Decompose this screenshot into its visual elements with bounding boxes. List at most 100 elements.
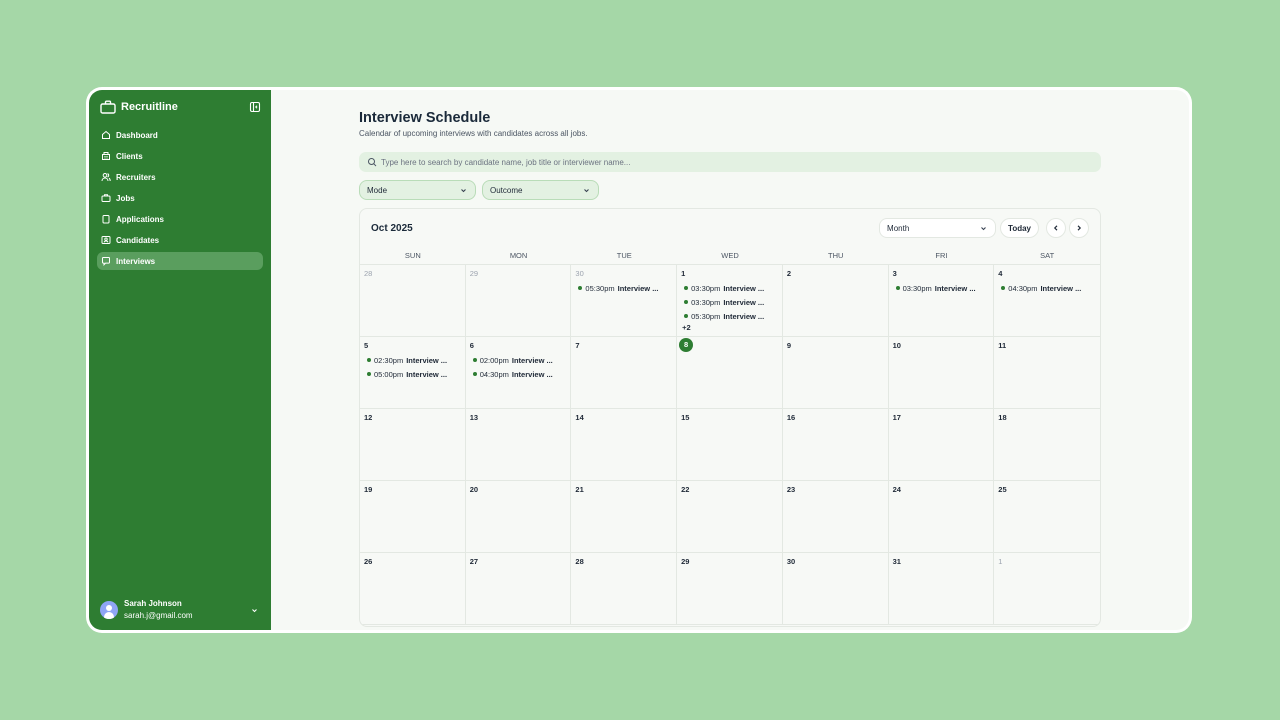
today-button[interactable]: Today bbox=[1000, 218, 1039, 238]
users-icon bbox=[101, 173, 111, 182]
sidebar-item-recruiters[interactable]: Recruiters bbox=[97, 168, 263, 186]
day-number: 8 bbox=[679, 338, 694, 352]
next-month-button[interactable] bbox=[1069, 218, 1089, 238]
calendar-day[interactable]: 30 05:30pm Interview ... bbox=[571, 265, 678, 337]
calendar-day[interactable]: 26 bbox=[360, 553, 466, 625]
calendar-day[interactable]: 24 bbox=[888, 481, 995, 553]
event-time: 02:00pm bbox=[479, 355, 509, 365]
day-number: 24 bbox=[892, 485, 901, 494]
calendar-day[interactable]: 15 bbox=[677, 409, 783, 481]
calendar-day[interactable]: 4 04:30pm Interview ... bbox=[994, 265, 1100, 337]
sidebar: Recruitline Dashboard Clients Recruiters bbox=[89, 90, 271, 630]
calendar-day[interactable]: 17 bbox=[888, 409, 995, 481]
calendar-day[interactable]: 3 03:30pm Interview ... bbox=[888, 265, 995, 337]
sidebar-item-dashboard[interactable]: Dashboard bbox=[97, 126, 263, 144]
calendar-day[interactable]: 27 bbox=[465, 553, 572, 625]
calendar-day[interactable]: 20 bbox=[465, 481, 572, 553]
event-dot bbox=[1001, 286, 1006, 290]
calendar-day[interactable]: 1 03:30pm Interview ... 03:30pm Interview ..… bbox=[677, 265, 783, 337]
calendar-grid: 28 29 30 05:30pm Interview ... 1 03:30pm Interv… bbox=[360, 265, 1100, 625]
calendar-day[interactable]: 12 bbox=[360, 409, 466, 481]
sidebar-item-applications[interactable]: Applications bbox=[97, 210, 263, 228]
calendar-day[interactable]: 29 bbox=[677, 553, 783, 625]
event-time: 05:30pm bbox=[691, 311, 721, 321]
calendar-day[interactable]: 22 bbox=[677, 481, 783, 553]
chevron-right-icon bbox=[1077, 225, 1082, 231]
calendar-day[interactable]: 9 bbox=[782, 337, 889, 409]
sidebar-item-label: Clients bbox=[116, 151, 143, 161]
calendar-event[interactable]: 03:30pm Interview ... bbox=[681, 295, 778, 309]
day-number: 29 bbox=[681, 557, 690, 566]
calendar-day[interactable]: 30 bbox=[782, 553, 889, 625]
calendar-event[interactable]: 05:30pm Interview ... bbox=[681, 309, 778, 323]
event-dot bbox=[578, 286, 583, 290]
calendar-day[interactable]: 10 bbox=[888, 337, 995, 409]
calendar-day[interactable]: 6 02:00pm Interview ... 04:30pm Interview ..… bbox=[465, 337, 572, 409]
day-number: 19 bbox=[364, 485, 373, 494]
calendar-day[interactable]: 11 bbox=[994, 337, 1100, 409]
calendar-event[interactable]: 02:30pm Interview ... bbox=[364, 353, 461, 367]
calendar-day[interactable]: 29 bbox=[465, 265, 572, 337]
mode-filter-select[interactable]: Mode bbox=[359, 180, 476, 200]
calendar-day[interactable]: 7 bbox=[571, 337, 678, 409]
more-events-link[interactable]: +2 bbox=[681, 323, 778, 332]
calendar-day[interactable]: 31 bbox=[888, 553, 995, 625]
chevron-down-icon bbox=[461, 188, 466, 192]
event-dot bbox=[472, 358, 477, 362]
calendar-event[interactable]: 04:30pm Interview ... bbox=[470, 367, 567, 381]
event-time: 04:30pm bbox=[479, 369, 509, 379]
sidebar-collapse-icon[interactable] bbox=[249, 101, 261, 113]
sidebar-item-label: Jobs bbox=[116, 193, 135, 203]
user-profile[interactable]: Sarah Johnson sarah.j@gmail.com bbox=[100, 598, 259, 622]
sidebar-item-label: Recruiters bbox=[116, 172, 156, 182]
calendar-day[interactable]: 21 bbox=[571, 481, 678, 553]
sidebar-item-jobs[interactable]: Jobs bbox=[97, 189, 263, 207]
calendar-event[interactable]: 02:00pm Interview ... bbox=[470, 353, 567, 367]
event-time: 03:30pm bbox=[902, 283, 932, 293]
calendar-day[interactable]: 25 bbox=[994, 481, 1100, 553]
filters: Mode Outcome bbox=[359, 180, 1101, 200]
outcome-filter-select[interactable]: Outcome bbox=[482, 180, 599, 200]
event-time: 05:30pm bbox=[585, 283, 615, 293]
day-number: 22 bbox=[681, 485, 690, 494]
calendar-day[interactable]: 1 bbox=[994, 553, 1100, 625]
calendar-event[interactable]: 05:00pm Interview ... bbox=[364, 367, 461, 381]
calendar-day[interactable]: 28 bbox=[360, 265, 466, 337]
event-title: Interview ... bbox=[723, 311, 765, 321]
calendar-day[interactable]: 14 bbox=[571, 409, 678, 481]
view-select[interactable]: Month bbox=[879, 218, 997, 238]
briefcase-logo-icon bbox=[100, 100, 116, 114]
calendar-event[interactable]: 05:30pm Interview ... bbox=[575, 281, 672, 295]
sidebar-item-interviews[interactable]: Interviews bbox=[97, 252, 263, 270]
page-title: Interview Schedule bbox=[359, 110, 491, 126]
day-number: 13 bbox=[469, 413, 479, 422]
brand: Recruitline bbox=[89, 91, 271, 123]
outcome-filter-label: Outcome bbox=[490, 185, 523, 195]
calendar-day[interactable]: 16 bbox=[782, 409, 889, 481]
weekday-label: TUE bbox=[616, 251, 632, 260]
sidebar-item-clients[interactable]: Clients bbox=[97, 147, 263, 165]
event-title: Interview ... bbox=[934, 283, 976, 293]
day-number: 21 bbox=[575, 485, 584, 494]
calendar-event[interactable]: 04:30pm Interview ... bbox=[998, 281, 1096, 295]
calendar-day[interactable]: 5 02:30pm Interview ... 05:00pm Interview ..… bbox=[360, 337, 466, 409]
calendar-month-label: Oct 2025 bbox=[371, 222, 413, 234]
sidebar-item-label: Candidates bbox=[116, 235, 160, 245]
chevron-down-icon[interactable] bbox=[250, 606, 259, 615]
calendar-day[interactable]: 13 bbox=[465, 409, 572, 481]
calendar-event[interactable]: 03:30pm Interview ... bbox=[681, 281, 778, 295]
calendar-day[interactable]: 23 bbox=[782, 481, 889, 553]
calendar-day[interactable]: 28 bbox=[571, 553, 678, 625]
calendar-day-today[interactable]: 8 bbox=[677, 337, 783, 409]
calendar-day[interactable]: 18 bbox=[994, 409, 1100, 481]
sidebar-item-candidates[interactable]: Candidates bbox=[97, 231, 263, 249]
prev-month-button[interactable] bbox=[1046, 218, 1066, 238]
day-number: 2 bbox=[786, 269, 792, 278]
calendar-day[interactable]: 19 bbox=[360, 481, 466, 553]
search-input[interactable] bbox=[381, 157, 1093, 167]
sidebar-item-label: Dashboard bbox=[116, 130, 158, 140]
calendar-day[interactable]: 2 bbox=[782, 265, 889, 337]
search-bar[interactable] bbox=[359, 152, 1101, 172]
calendar-event[interactable]: 03:30pm Interview ... bbox=[893, 281, 990, 295]
day-number: 7 bbox=[575, 341, 580, 350]
